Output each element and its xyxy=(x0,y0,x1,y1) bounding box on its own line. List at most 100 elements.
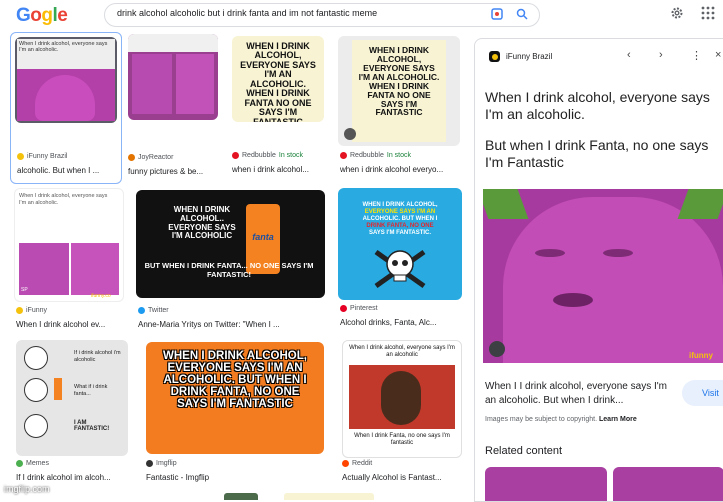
source-favicon-icon xyxy=(146,460,153,467)
small-meme-top: When I drink alcohol, everyone says I'm … xyxy=(19,41,108,54)
result-card-9[interactable]: WHEN I DRINK ALCOHOL, EVERYONE SAYS I'M … xyxy=(146,342,324,492)
result-card-5[interactable]: When I drink alcohol, everyone says I'm … xyxy=(14,188,124,329)
result-title[interactable]: When I drink alcohol ev... xyxy=(16,320,124,329)
preview-panel: iFunny Brazil ‹ › ⋮ × When I drink alcoh… xyxy=(474,38,723,502)
comic-text-3: I AM FANTASTIC! xyxy=(74,420,110,432)
result-thumbnail[interactable]: When I drink alcohol, everyone says I'm … xyxy=(15,37,117,123)
prev-icon[interactable]: ‹ xyxy=(627,49,631,61)
preview-caption[interactable]: When I I drink alcohol, everyone says I'… xyxy=(485,380,675,407)
result-thumbnail[interactable]: WHEN I DRINK ALCOHOL, EVERYONE SAYS I'M … xyxy=(338,36,460,146)
source-favicon-icon xyxy=(16,460,23,467)
result-title[interactable]: If I drink alcohol im alcoh... xyxy=(16,473,126,482)
result-card-8[interactable]: If i drink alcohol i'm alcoholic What if… xyxy=(16,340,128,490)
expand-icon[interactable] xyxy=(344,128,356,140)
result-card-2[interactable]: JoyReactor funny pictures & be... xyxy=(128,34,218,184)
preview-source[interactable]: iFunny Brazil xyxy=(506,52,552,61)
preview-meme-top: When I drink alcohol, everyone says I'm … xyxy=(485,89,710,122)
result-title[interactable]: Anne-Maria Yritys on Twitter: "When I ..… xyxy=(138,320,326,329)
visit-button[interactable]: Visit xyxy=(682,380,723,406)
top-bar: Gogle drink alcohol alcoholic but i drin… xyxy=(0,0,723,30)
preview-header[interactable]: iFunny Brazil xyxy=(489,51,552,62)
source-favicon-icon xyxy=(232,152,239,159)
blue-meme-line-1: WHEN I DRINK ALCOHOL, xyxy=(362,202,438,208)
source-name: Reddit xyxy=(352,460,373,467)
result-card-7[interactable]: WHEN I DRINK ALCOHOL, EVERYONE SAYS I'M … xyxy=(338,188,462,328)
result-card-6[interactable]: WHEN I DRINK ALCOHOL.. EVERYONE SAYS I'M… xyxy=(136,190,326,330)
sp-label: SP xyxy=(21,287,28,293)
result-title[interactable]: alcoholic. But when I ... xyxy=(17,166,117,175)
next-row-thumbnail[interactable] xyxy=(224,493,258,500)
result-card-3[interactable]: WHEN I DRINK ALCOHOL, EVERYONE SAYS I'M … xyxy=(232,36,327,186)
lens-icon[interactable] xyxy=(491,8,503,20)
logo-letter-o: o xyxy=(30,5,42,26)
source-name: Imgflip xyxy=(156,460,177,467)
small-meme-top-2: When I drink alcohol, everyone says I'm … xyxy=(19,193,108,206)
result-thumbnail[interactable]: WHEN I DRINK ALCOHOL, EVERYONE SAYS I'M … xyxy=(146,342,324,454)
dark-meme-top: WHEN I DRINK ALCOHOL.. EVERYONE SAYS I'M… xyxy=(168,205,236,241)
result-source: Redbubble In stock xyxy=(340,152,411,159)
source-favicon-icon xyxy=(340,305,347,312)
lens-search-icon[interactable] xyxy=(489,341,505,357)
result-source: iFunny xyxy=(16,307,47,314)
result-source: Memes xyxy=(16,460,49,467)
blue-meme-line-2: EVERYONE SAYS I'M AN xyxy=(364,209,436,215)
result-thumbnail[interactable]: If i drink alcohol i'm alcoholic What if… xyxy=(16,340,128,456)
stock-label: In stock xyxy=(386,152,411,159)
source-name: Redbubble xyxy=(242,152,276,159)
result-title[interactable]: funny pictures & be... xyxy=(128,167,218,176)
copyright-text: Images may be subject to copyright. xyxy=(485,416,598,423)
ifunny-watermark: ifunny.co xyxy=(91,293,111,299)
result-title[interactable]: Fantastic - Imgflip xyxy=(146,473,322,482)
apps-grid-icon[interactable] xyxy=(701,6,715,20)
source-favicon-icon xyxy=(16,307,23,314)
cream-meme-text: WHEN I DRINK ALCOHOL, EVERYONE SAYS I'M … xyxy=(240,41,316,122)
copyright-notice: Images may be subject to copyright. Lear… xyxy=(485,416,637,423)
more-options-icon[interactable]: ⋮ xyxy=(691,49,702,62)
result-source: JoyReactor xyxy=(128,154,173,161)
source-name: Memes xyxy=(26,460,49,467)
cream-meme-text-2: WHEN I DRINK ALCOHOL, EVERYONE SAYS I'M … xyxy=(358,45,440,118)
learn-more-link[interactable]: Learn More xyxy=(599,416,637,423)
image-results-grid: When I drink alcohol, everyone says I'm … xyxy=(0,30,470,500)
preview-watermark: ifunny xyxy=(689,351,713,360)
source-favicon-icon xyxy=(342,460,349,467)
blue-meme-line-5: SAYS I'M FANTASTIC. xyxy=(368,230,432,236)
result-source: Twitter xyxy=(138,307,169,314)
result-source: Pinterest xyxy=(340,305,378,312)
source-name: iFunny Brazil xyxy=(27,153,68,160)
gear-icon[interactable] xyxy=(670,6,684,20)
result-thumbnail[interactable]: WHEN I DRINK ALCOHOL.. EVERYONE SAYS I'M… xyxy=(136,190,325,298)
comic-text-1: If i drink alcohol i'm alcoholic xyxy=(74,350,121,363)
search-query[interactable]: drink alcohol alcoholic but i drink fant… xyxy=(117,8,377,18)
next-icon[interactable]: › xyxy=(659,49,663,61)
preview-image[interactable]: When I drink alcohol, everyone says I'm … xyxy=(483,81,723,363)
source-name: iFunny xyxy=(26,307,48,314)
related-thumbnail-2[interactable] xyxy=(613,467,723,501)
source-favicon-icon xyxy=(340,152,347,159)
result-title[interactable]: Alcohol drinks, Fanta, Alc... xyxy=(340,318,460,327)
result-title[interactable]: when i drink alcohol everyo... xyxy=(340,165,460,174)
search-box[interactable]: drink alcohol alcoholic but i drink fant… xyxy=(104,3,540,27)
result-title[interactable]: Actually Alcohol is Fantast... xyxy=(342,473,462,482)
source-favicon-icon xyxy=(17,153,24,160)
source-name: Twitter xyxy=(148,307,169,314)
next-row-thumbnail-2[interactable] xyxy=(284,493,374,500)
result-title[interactable]: when i drink alcohol... xyxy=(232,165,327,174)
result-card-4[interactable]: WHEN I DRINK ALCOHOL, EVERYONE SAYS I'M … xyxy=(338,36,460,186)
result-thumbnail[interactable]: When I drink alcohol, everyone says I'm … xyxy=(342,340,462,458)
result-source: Redbubble In stock xyxy=(232,152,303,159)
logo-letter-g: G xyxy=(16,5,31,26)
result-thumbnail[interactable] xyxy=(128,34,218,120)
close-icon[interactable]: × xyxy=(715,49,721,61)
result-thumbnail[interactable]: WHEN I DRINK ALCOHOL, EVERYONE SAYS I'M … xyxy=(338,188,462,300)
result-card-1[interactable]: When I drink alcohol, everyone says I'm … xyxy=(10,32,122,184)
comic-text-2: What if i drink fanta... xyxy=(74,384,108,397)
result-thumbnail[interactable]: When I drink alcohol, everyone says I'm … xyxy=(14,188,124,302)
result-card-10[interactable]: When I drink alcohol, everyone says I'm … xyxy=(342,340,462,490)
ifunny-favicon-icon xyxy=(489,51,500,62)
related-thumbnail-1[interactable] xyxy=(485,467,607,501)
google-logo[interactable]: Gogle xyxy=(16,5,68,27)
result-thumbnail[interactable]: WHEN I DRINK ALCOHOL, EVERYONE SAYS I'M … xyxy=(232,36,324,122)
search-icon[interactable] xyxy=(516,8,528,20)
can-label: fanta xyxy=(252,232,274,242)
